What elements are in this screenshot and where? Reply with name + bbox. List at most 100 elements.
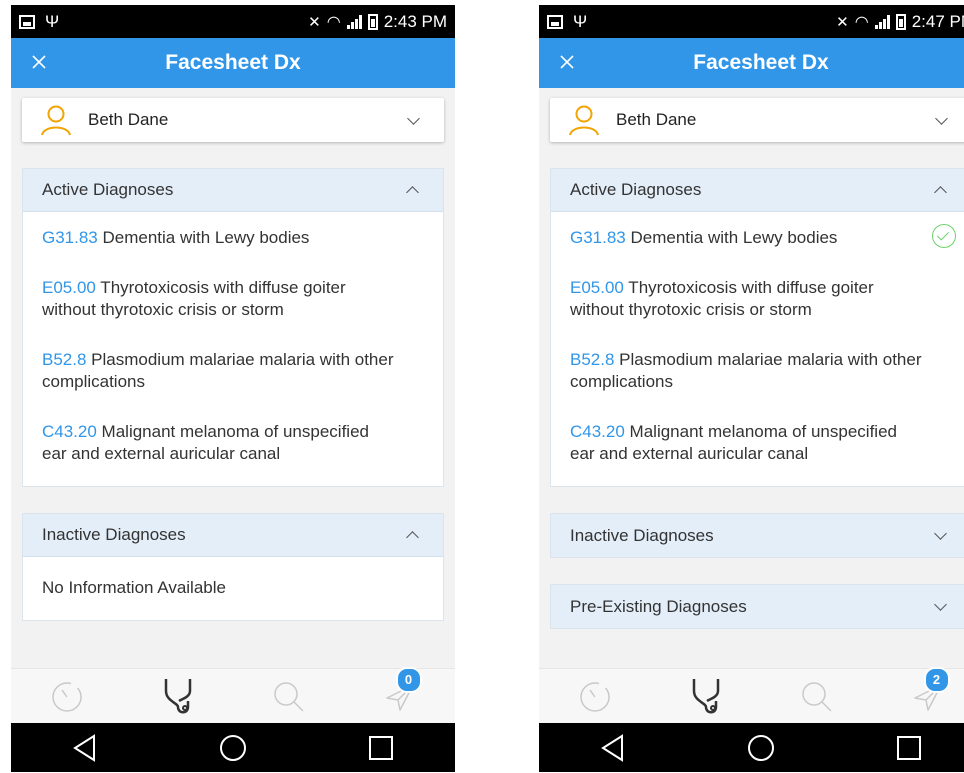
chevron-down-icon bbox=[407, 111, 420, 125]
signal-icon bbox=[874, 14, 890, 29]
android-nav-bar bbox=[11, 723, 455, 772]
chevron-up-icon bbox=[406, 530, 419, 544]
nav-send[interactable]: 2 bbox=[903, 666, 953, 719]
nav-history[interactable] bbox=[570, 675, 620, 719]
back-icon bbox=[73, 733, 95, 762]
app-bar: Facesheet Dx bbox=[539, 38, 964, 88]
active-diagnoses-section: Active Diagnoses G31.83 Dementia with Le… bbox=[550, 168, 964, 487]
back-button[interactable] bbox=[65, 728, 105, 768]
inactive-diagnoses-header[interactable]: Inactive Diagnoses bbox=[551, 514, 964, 557]
diagnosis-item[interactable]: C43.20 Malignant melanoma of unspecified… bbox=[570, 421, 952, 465]
home-icon bbox=[748, 734, 774, 761]
section-title: Inactive Diagnoses bbox=[570, 525, 714, 545]
chevron-up-icon bbox=[406, 185, 419, 199]
active-diagnoses-header[interactable]: Active Diagnoses bbox=[551, 169, 964, 212]
status-time: 2:43 PM bbox=[383, 11, 447, 31]
recents-button[interactable] bbox=[361, 728, 401, 768]
diagnosis-code: E05.00 bbox=[42, 278, 96, 297]
close-icon bbox=[560, 55, 574, 69]
nav-history[interactable] bbox=[42, 675, 92, 719]
diagnosis-item[interactable]: C43.20 Malignant melanoma of unspecified… bbox=[42, 421, 424, 465]
diagnosis-item[interactable]: B52.8 Plasmodium malariae malaria with o… bbox=[570, 349, 952, 393]
active-diagnoses-section: Active Diagnoses G31.83 Dementia with Le… bbox=[22, 168, 444, 487]
diagnosis-code: G31.83 bbox=[42, 228, 98, 247]
usb-icon: Ψ bbox=[573, 12, 588, 31]
bottom-nav: 2 bbox=[539, 666, 964, 724]
person-icon bbox=[569, 105, 599, 136]
clock-icon bbox=[579, 681, 610, 712]
diagnosis-item[interactable]: G31.83 Dementia with Lewy bodies bbox=[42, 227, 424, 249]
recents-icon bbox=[897, 735, 921, 760]
inactive-diagnoses-header[interactable]: Inactive Diagnoses bbox=[23, 514, 443, 557]
signal-icon bbox=[346, 14, 362, 29]
home-button[interactable] bbox=[213, 728, 253, 768]
empty-state-text: No Information Available bbox=[42, 578, 226, 597]
recents-icon bbox=[369, 735, 393, 760]
search-icon bbox=[801, 681, 832, 712]
mute-icon: ✕ bbox=[836, 13, 849, 31]
phone-screen-right: Ψ ✕ ◠ 2:47 PM Facesheet Dx Beth Dane Act… bbox=[539, 5, 964, 772]
chevron-down-icon bbox=[935, 111, 948, 125]
patient-selector[interactable]: Beth Dane bbox=[550, 98, 964, 142]
notification-badge: 2 bbox=[923, 666, 950, 693]
diagnosis-code: C43.20 bbox=[42, 422, 97, 441]
clock-icon bbox=[51, 681, 82, 712]
image-notification-icon bbox=[547, 14, 563, 29]
chevron-down-icon bbox=[934, 598, 947, 611]
page-title: Facesheet Dx bbox=[693, 51, 829, 74]
home-icon bbox=[220, 734, 246, 761]
check-circle-icon bbox=[932, 224, 956, 248]
diagnosis-item[interactable]: G31.83 Dementia with Lewy bodies bbox=[570, 224, 956, 249]
preexisting-diagnoses-header[interactable]: Pre-Existing Diagnoses bbox=[551, 585, 964, 628]
patient-selector[interactable]: Beth Dane bbox=[22, 98, 444, 142]
usb-icon: Ψ bbox=[45, 12, 60, 31]
stethoscope-icon bbox=[164, 678, 191, 713]
wifi-icon: ◠ bbox=[854, 13, 869, 31]
android-nav-bar bbox=[539, 723, 964, 772]
page-title: Facesheet Dx bbox=[165, 51, 301, 74]
close-button[interactable] bbox=[27, 50, 51, 74]
nav-send[interactable]: 0 bbox=[375, 666, 425, 719]
diagnosis-code: C43.20 bbox=[570, 422, 625, 441]
back-button[interactable] bbox=[593, 728, 633, 768]
search-icon bbox=[273, 681, 304, 712]
diagnosis-item[interactable]: E05.00 Thyrotoxicosis with diffuse goite… bbox=[570, 277, 952, 321]
close-icon bbox=[32, 55, 46, 69]
stethoscope-icon bbox=[692, 678, 719, 713]
status-bar: Ψ ✕ ◠ 2:43 PM bbox=[11, 5, 455, 38]
diagnosis-list: G31.83 Dementia with Lewy bodies E05.00 … bbox=[23, 212, 443, 486]
diagnosis-code: B52.8 bbox=[42, 350, 87, 369]
section-title: Inactive Diagnoses bbox=[42, 525, 186, 544]
diagnosis-text: Dementia with Lewy bodies bbox=[625, 228, 838, 247]
person-icon bbox=[41, 105, 71, 136]
patient-name: Beth Dane bbox=[616, 110, 697, 129]
wifi-icon: ◠ bbox=[326, 13, 341, 31]
image-notification-icon bbox=[19, 14, 35, 29]
inactive-diagnoses-section: Inactive Diagnoses bbox=[550, 513, 964, 558]
nav-search[interactable] bbox=[792, 675, 842, 719]
diagnosis-item[interactable]: E05.00 Thyrotoxicosis with diffuse goite… bbox=[42, 277, 424, 321]
diagnosis-code: E05.00 bbox=[570, 278, 624, 297]
home-button[interactable] bbox=[741, 728, 781, 768]
status-time: 2:47 PM bbox=[911, 11, 964, 31]
phone-screen-left: Ψ ✕ ◠ 2:43 PM Facesheet Dx Beth Dane Act… bbox=[11, 5, 455, 772]
bottom-nav: 0 bbox=[11, 666, 455, 724]
diagnosis-text: Plasmodium malariae malaria with other c… bbox=[42, 350, 394, 391]
diagnosis-item[interactable]: B52.8 Plasmodium malariae malaria with o… bbox=[42, 349, 424, 393]
diagnosis-text: Dementia with Lewy bodies bbox=[97, 228, 310, 247]
battery-icon bbox=[895, 13, 906, 30]
chevron-down-icon bbox=[934, 527, 947, 540]
mute-icon: ✕ bbox=[308, 13, 321, 31]
preexisting-diagnoses-section: Pre-Existing Diagnoses bbox=[550, 584, 964, 629]
close-button[interactable] bbox=[555, 50, 579, 74]
notification-badge: 0 bbox=[395, 666, 422, 693]
active-diagnoses-header[interactable]: Active Diagnoses bbox=[23, 169, 443, 212]
patient-name: Beth Dane bbox=[88, 110, 169, 129]
chevron-up-icon bbox=[934, 185, 947, 199]
nav-search[interactable] bbox=[264, 675, 314, 719]
diagnosis-text: Plasmodium malariae malaria with other c… bbox=[570, 350, 922, 391]
recents-button[interactable] bbox=[889, 728, 929, 768]
nav-diagnoses[interactable] bbox=[153, 675, 203, 719]
nav-diagnoses[interactable] bbox=[681, 675, 731, 719]
section-title: Active Diagnoses bbox=[570, 180, 702, 199]
